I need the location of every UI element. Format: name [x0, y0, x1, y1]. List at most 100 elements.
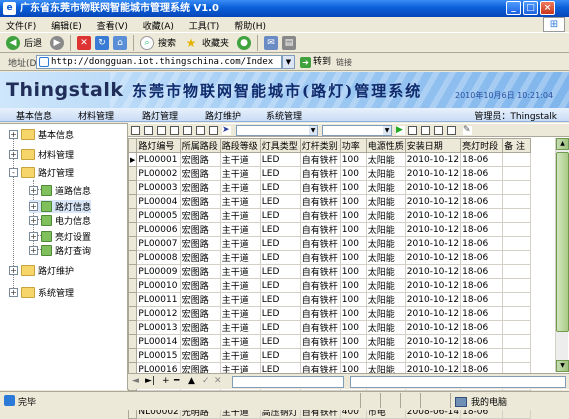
table-cell[interactable]: 宏图路	[180, 222, 221, 237]
filter-icon[interactable]	[183, 126, 192, 135]
table-cell[interactable]: 100	[340, 194, 367, 209]
table-cell[interactable]: 100	[340, 236, 367, 251]
table-cell[interactable]: 2010-10-12	[405, 194, 462, 209]
nav-first-icon[interactable]: ◄	[132, 376, 139, 386]
table-cell[interactable]: PL00005	[136, 208, 181, 223]
export-icon[interactable]	[209, 126, 218, 135]
table-cell[interactable]: 100	[340, 306, 367, 321]
table-row[interactable]: PL00008 宏图路 主干道 LED 自有铁杆 100 太阳能 2010-10-12 18-0…	[127, 250, 532, 265]
operator-select[interactable]: ▼	[322, 125, 392, 136]
column-header[interactable]: 路灯编号	[136, 138, 181, 153]
table-cell[interactable]: 自有铁杆	[300, 278, 341, 293]
table-cell[interactable]: 100	[340, 208, 367, 223]
table-cell[interactable]: 太阳能	[366, 152, 406, 167]
table-cell[interactable]: 宏图路	[180, 292, 221, 307]
run-query-icon[interactable]: ▶	[396, 126, 405, 135]
column-header[interactable]: 灯具类型	[259, 138, 301, 153]
table-cell[interactable]: 18-06	[460, 250, 504, 265]
table-cell[interactable]: 太阳能	[366, 236, 406, 251]
table-cell[interactable]: 100	[340, 348, 367, 363]
table-cell[interactable]: 太阳能	[366, 222, 406, 237]
table-cell[interactable]: 自有铁杆	[300, 250, 341, 265]
nav-basic-info[interactable]: 基本信息	[16, 109, 52, 122]
menu-help[interactable]: 帮助(H)	[228, 17, 272, 32]
table-cell[interactable]: 18-06	[460, 152, 504, 167]
zoom-icon[interactable]	[434, 126, 443, 135]
column-header[interactable]: 安装日期	[404, 138, 462, 153]
table-cell[interactable]: 自有铁杆	[300, 180, 341, 195]
address-dropdown-button[interactable]: ▼	[282, 55, 295, 69]
table-cell[interactable]: 自有铁杆	[300, 264, 341, 279]
table-row[interactable]: PL00006 宏图路 主干道 LED 自有铁杆 100 太阳能 2010-10-12 18-0…	[127, 222, 532, 237]
table-cell[interactable]: LED	[260, 292, 301, 307]
table-cell[interactable]: 2010-10-12	[405, 222, 462, 237]
table-row[interactable]: PL00013 宏图路 主干道 LED 自有铁杆 100 太阳能 2010-10-12 18-0…	[127, 320, 532, 335]
table-cell-remark[interactable]	[502, 194, 532, 209]
table-cell[interactable]: 宏图路	[180, 334, 221, 349]
row-indicator[interactable]	[127, 278, 138, 293]
table-cell[interactable]: 18-06	[460, 306, 504, 321]
table-row[interactable]: PL00007 宏图路 主干道 LED 自有铁杆 100 太阳能 2010-10-12 18-0…	[127, 236, 532, 251]
table-cell[interactable]: PL00007	[136, 236, 181, 251]
row-indicator[interactable]: ▶	[127, 152, 138, 167]
table-cell[interactable]: 100	[340, 250, 367, 265]
table-cell[interactable]: 主干道	[220, 194, 261, 209]
table-cell[interactable]: PL00009	[136, 264, 181, 279]
table-cell-remark[interactable]	[502, 334, 532, 349]
table-row[interactable]: PL00004 宏图路 主干道 LED 自有铁杆 100 太阳能 2010-10-12 18-0…	[127, 194, 532, 209]
expand-icon[interactable]: +	[9, 150, 18, 159]
table-cell[interactable]: PL00003	[136, 180, 181, 195]
table-cell[interactable]: 100	[340, 166, 367, 181]
table-cell-remark[interactable]	[502, 292, 532, 307]
table-cell-remark[interactable]	[502, 180, 532, 195]
collapse-icon[interactable]: -	[9, 168, 18, 177]
column-header[interactable]: 所属路段	[179, 138, 221, 153]
table-cell[interactable]: 自有铁杆	[300, 306, 341, 321]
table-cell[interactable]: 自有铁杆	[300, 236, 341, 251]
table-cell[interactable]: PL00002	[136, 166, 181, 181]
table-cell-remark[interactable]	[502, 264, 532, 279]
table-cell[interactable]: 宏图路	[180, 152, 221, 167]
row-indicator[interactable]	[127, 250, 138, 265]
move-arrow-icon[interactable]: ➤	[222, 126, 231, 135]
expand-icon[interactable]: +	[9, 130, 18, 139]
address-input[interactable]: http://dongguan.iot.thingschina.com/Inde…	[36, 55, 282, 69]
table-cell[interactable]: 100	[340, 152, 367, 167]
table-row[interactable]: PL00011 宏图路 主干道 LED 自有铁杆 100 太阳能 2010-10-12 18-0…	[127, 292, 532, 307]
mail-icon[interactable]: ✉	[264, 35, 279, 50]
media-icon[interactable]: ●	[237, 35, 252, 50]
table-cell[interactable]: 2010-10-12	[405, 278, 462, 293]
table-row[interactable]: PL00012 宏图路 主干道 LED 自有铁杆 100 太阳能 2010-10-12 18-0…	[127, 306, 532, 321]
table-cell[interactable]: 太阳能	[366, 306, 406, 321]
table-cell[interactable]: 主干道	[220, 306, 261, 321]
table-cell[interactable]: PL00004	[136, 194, 181, 209]
tree-node-streetlight-info[interactable]: + 路灯信息	[29, 200, 92, 213]
table-cell-remark[interactable]	[502, 306, 532, 321]
field-select[interactable]: ▼	[236, 125, 318, 136]
table-cell[interactable]: 太阳能	[366, 166, 406, 181]
table-row[interactable]: PL00003 宏图路 主干道 LED 自有铁杆 100 太阳能 2010-10-12 18-0…	[127, 180, 532, 195]
home-icon[interactable]: ⌂	[113, 35, 128, 50]
table-cell[interactable]: 宏图路	[180, 166, 221, 181]
table-cell[interactable]: 主干道	[220, 222, 261, 237]
table-cell[interactable]: 100	[340, 292, 367, 307]
table-cell[interactable]: LED	[260, 180, 301, 195]
table-cell[interactable]: 2010-10-12	[405, 208, 462, 223]
table-cell[interactable]: 自有铁杆	[300, 194, 341, 209]
tree-node-streetlight-query[interactable]: + 路灯查询	[29, 244, 91, 257]
expand-icon[interactable]: +	[29, 232, 38, 241]
table-cell[interactable]: 2010-10-12	[405, 348, 462, 363]
row-indicator[interactable]	[127, 208, 138, 223]
table-cell[interactable]: 宏图路	[180, 194, 221, 209]
nav-streetlight-mgmt[interactable]: 路灯管理	[142, 109, 178, 122]
table-cell[interactable]: 主干道	[220, 334, 261, 349]
expand-icon[interactable]: +	[9, 266, 18, 275]
expand-icon[interactable]: +	[9, 288, 18, 297]
tree-node-streetlight-maint[interactable]: + 路灯维护	[9, 264, 74, 277]
table-cell-remark[interactable]	[502, 208, 532, 223]
grid-vertical-scrollbar[interactable]: ▲ ▼	[555, 138, 569, 372]
print-icon[interactable]: ▤	[282, 35, 297, 50]
table-cell[interactable]: 主干道	[220, 166, 261, 181]
navigator-input-2[interactable]	[350, 376, 566, 388]
table-cell-remark[interactable]	[502, 236, 532, 251]
